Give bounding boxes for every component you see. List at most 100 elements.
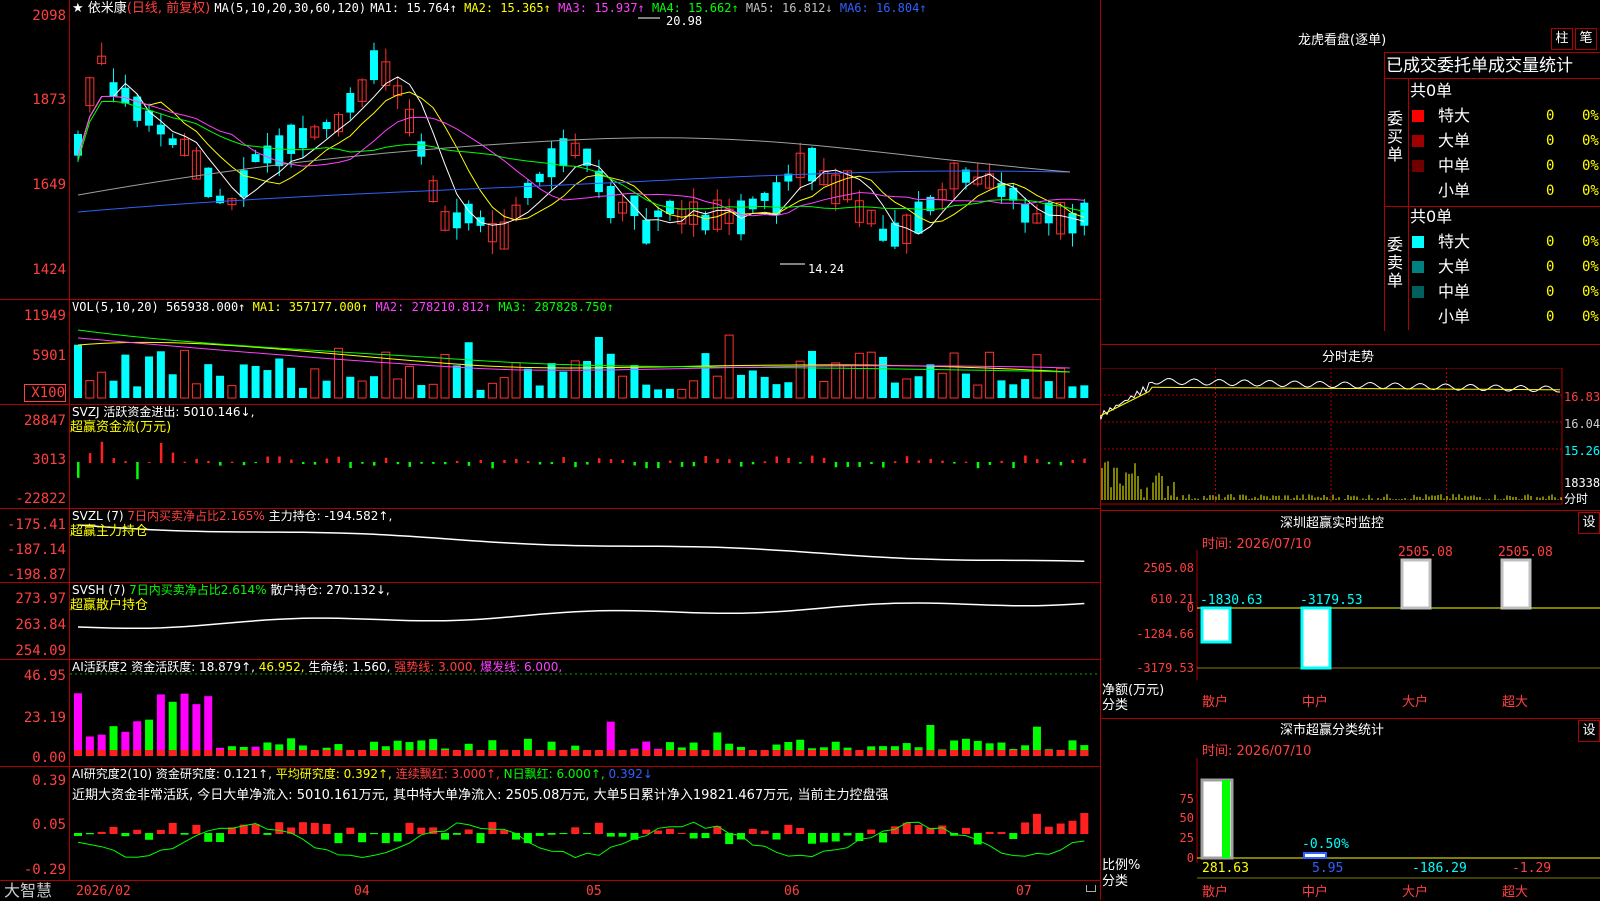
ai-active-base [879,750,888,756]
volume-bar-up [712,375,722,399]
price-tick: 1873 [32,92,66,108]
ai-active-axis: 46.95 23.19 0.00 [0,660,66,766]
candle-down [772,182,781,215]
ai-active-header: AI活跃度2 资金活跃度: 18.879↑, 46.952, 生命线: 1.56… [72,660,562,675]
svzj-title: SVZJ [72,405,100,419]
svzj-bar [171,452,175,463]
sz-class-chart[interactable]: 75 50 25 0 -0.50% 281.63 散户 5.95 中户 -186.29 大户 -1.2… [1100,718,1600,900]
volume-bar-up [854,352,864,399]
ai-active-bar [156,694,165,756]
ai-research-bar [559,833,568,835]
star-icon[interactable]: ★ [72,1,84,16]
ai-active-base [1009,750,1018,756]
row-pct: 0% [1582,234,1599,250]
ai-research-bar [808,833,817,844]
volume-bar-up [843,364,853,399]
ai-research-header: AI研究度2(10) 资金研究度: 0.121↑, 平均研究度: 0.392↑,… [72,767,653,782]
buy-row: 中单 0 0% [1412,155,1600,177]
ai-active-base [133,750,142,756]
vol-unit: X100 [24,384,66,402]
vol-tick: 11949 [23,308,66,324]
volume-bar-down [145,356,154,398]
sz-monitor-bar [1500,558,1532,610]
dragon-divider [1384,78,1600,79]
ai-active-base [369,750,378,756]
color-swatch [1412,110,1424,122]
ai-research-bar [180,833,189,835]
ai-active-base [831,750,840,756]
svzj-bar [976,462,980,469]
sz-monitor-ylabel: 净额(万元) [1102,683,1165,698]
svzl-label: 主力持仓: -194.582↑, [268,509,393,523]
svzj-bar [917,460,921,463]
stock-name[interactable]: 依米康 [88,1,127,16]
ai-active-bar [204,696,213,756]
svzj-bar [657,462,660,469]
ai-active-base [926,750,935,756]
svzj-bar [763,461,767,463]
sz-class-value: -1.29 [1512,861,1551,876]
row-pct: 0% [1582,133,1599,149]
row-pct: 0% [1582,158,1599,174]
ai-active-base [784,750,793,756]
buy-row: 小单 0 0% [1412,180,1600,202]
svzj-bar [136,462,139,480]
svzj-bar [846,462,850,467]
ai-research-bar [310,822,319,834]
ai-active-base [464,750,473,756]
bar-view-button[interactable]: 柱 [1551,28,1573,50]
ai-research-bar [748,828,757,834]
volume-bar-up [689,380,699,399]
volume-bar-up [819,381,829,399]
candle-down [346,92,355,113]
ai-active-base [606,750,615,756]
intraday-chart[interactable] [1100,368,1600,508]
svzj-bar [905,456,909,463]
svzj-tick: 3013 [32,452,66,468]
ai-active-burst: 爆发线: 6.000, [480,660,563,674]
svsh-tick: 263.84 [15,617,66,633]
vol-tick: 5901 [32,348,66,364]
ai-research-tick: 0.05 [32,817,66,833]
svzj-bar [349,462,352,469]
volume-bar-down [784,382,793,398]
svzj-bar [515,458,518,463]
sz-monitor-bar-value: -1830.63 [1200,593,1263,608]
lock-icon[interactable] [1086,885,1096,892]
sz-monitor-category: 中户 [1302,694,1328,710]
volume-bar-down [665,388,674,398]
chart-mode[interactable]: (日线, 前复权) [127,1,210,16]
price-tick: 1649 [32,177,66,193]
svzl-tick: -198.87 [6,567,66,583]
volume-bar-down [251,365,260,398]
sz-class-category: 散户 [1202,884,1228,900]
sz-monitor-chart[interactable]: 2505.08610.210-1284.66-3179.53-1830.63散户… [1100,510,1600,716]
x-axis-label: 07 [1016,884,1032,899]
chart-canvas[interactable] [70,0,1100,880]
ai-active-base [997,750,1006,756]
volume-bar-down [701,353,710,398]
svzj-bar [858,462,861,467]
candle-down [121,87,130,104]
sz-monitor-bar [1200,606,1232,644]
svzj-bar [988,462,992,465]
svzj-bar [112,458,116,463]
intraday-avg-line [1100,386,1561,417]
candle-down [1080,202,1089,226]
volume-bar-down [879,356,888,398]
svzj-bar [337,456,340,463]
sz-class-mid-label: -0.50% [1302,837,1349,852]
ai-research-bar [441,833,450,840]
buy-row: 大单 0 0% [1412,130,1600,152]
ai-active-base [263,750,272,756]
candle-down [879,228,888,241]
candle-down [642,219,651,244]
color-swatch [1412,135,1424,147]
volume-bar-down [760,376,769,398]
ai-active-base [310,750,319,756]
svzj-tick: -22822 [15,491,66,507]
intraday-tick: 18338 [1564,476,1600,490]
ai-active-base [251,750,260,756]
ai-research-bar [156,829,165,834]
tick-view-button[interactable]: 笔 [1575,28,1597,50]
